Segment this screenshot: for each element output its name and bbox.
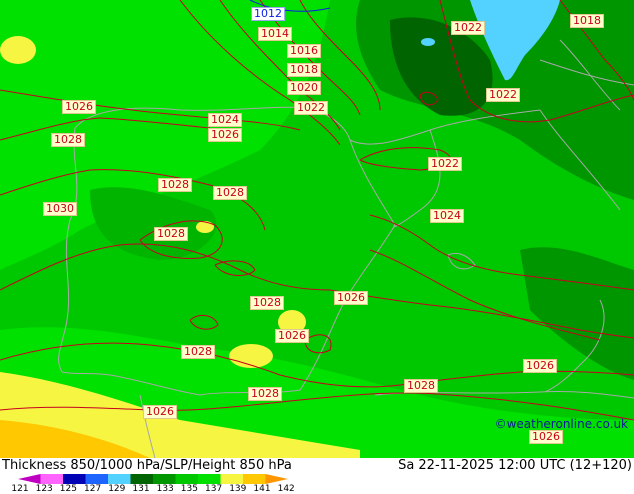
legend-swatch — [85, 474, 109, 484]
isobar-label: 1026 — [523, 359, 557, 373]
isobar-label: 1028 — [250, 296, 284, 310]
legend-tick-label: 123 — [35, 484, 53, 494]
legend-tick-label: 135 — [180, 484, 198, 494]
isobar-label: 1016 — [287, 44, 321, 58]
legend-tick-label: 139 — [229, 484, 247, 494]
legend-tick-label: 141 — [253, 484, 271, 494]
legend-tick-label: 137 — [205, 484, 223, 494]
isobar-label: 1028 — [154, 227, 188, 241]
isobar-label: 1028 — [51, 133, 85, 147]
legend-swatch — [108, 474, 131, 484]
isobar-label: 1030 — [43, 202, 77, 216]
isobar-label: 1022 — [486, 88, 520, 102]
legend-swatch — [153, 474, 176, 484]
legend-swatch — [175, 474, 199, 484]
legend-swatch — [220, 474, 244, 484]
map-footer: ©weatheronline.co.uk Thickness 850/1000 … — [0, 417, 634, 494]
legend-swatch — [130, 474, 154, 484]
isobar-label: 1026 — [529, 430, 563, 444]
legend-swatch — [63, 474, 86, 484]
thickness-field-137-spot-c — [196, 221, 214, 233]
isobar-label: 1020 — [287, 81, 321, 95]
legend-tick-label: 131 — [132, 484, 150, 494]
legend-tick-label: 125 — [59, 484, 77, 494]
legend-tick-label: 133 — [156, 484, 174, 494]
isobar-label: 1012 — [251, 7, 285, 21]
isobar-label: 1028 — [181, 345, 215, 359]
isobar-label: 1028 — [158, 178, 192, 192]
legend-swatch — [265, 474, 288, 484]
isobar-label: 1018 — [287, 63, 321, 77]
isobar-label: 1026 — [62, 100, 96, 114]
isobar-label: 1022 — [294, 101, 328, 115]
isobar-label: 1022 — [428, 157, 462, 171]
isobar-label: 1022 — [451, 21, 485, 35]
isobar-label: 1028 — [248, 387, 282, 401]
isobar-label: 1026 — [334, 291, 368, 305]
isobar-label: 1024 — [208, 113, 242, 127]
thickness-field-127-spot — [421, 38, 435, 46]
isobar-label: 1026 — [208, 128, 242, 142]
legend-swatch — [40, 474, 64, 484]
thickness-field-137-nw — [0, 36, 36, 64]
color-legend — [18, 474, 288, 484]
credit-text[interactable]: ©weatheronline.co.uk — [495, 417, 628, 431]
legend-tick-label: 127 — [84, 484, 102, 494]
legend-tick-label: 121 — [11, 484, 29, 494]
isobar-label: 1014 — [258, 27, 292, 41]
isobar-label: 1024 — [430, 209, 464, 223]
thickness-map[interactable]: 1012 1014 1016 1018 1020 1022 1022 1018 … — [0, 0, 634, 458]
isobar-label: 1018 — [570, 14, 604, 28]
legend-swatch — [243, 474, 266, 484]
isobar-label: 1026 — [143, 405, 177, 419]
isobar-label: 1026 — [275, 329, 309, 343]
legend-tick-label: 142 — [277, 484, 295, 494]
legend-tick-label: 129 — [108, 484, 126, 494]
isobar-label: 1028 — [404, 379, 438, 393]
legend-swatch — [198, 474, 221, 484]
valid-time: Sa 22-11-2025 12:00 UTC (12+120) — [398, 458, 632, 473]
isobar-label: 1028 — [213, 186, 247, 200]
legend-swatch — [18, 474, 41, 484]
thickness-field-137-spot-a — [229, 344, 273, 368]
map-title: Thickness 850/1000 hPa/SLP/Height 850 hP… — [2, 458, 292, 473]
